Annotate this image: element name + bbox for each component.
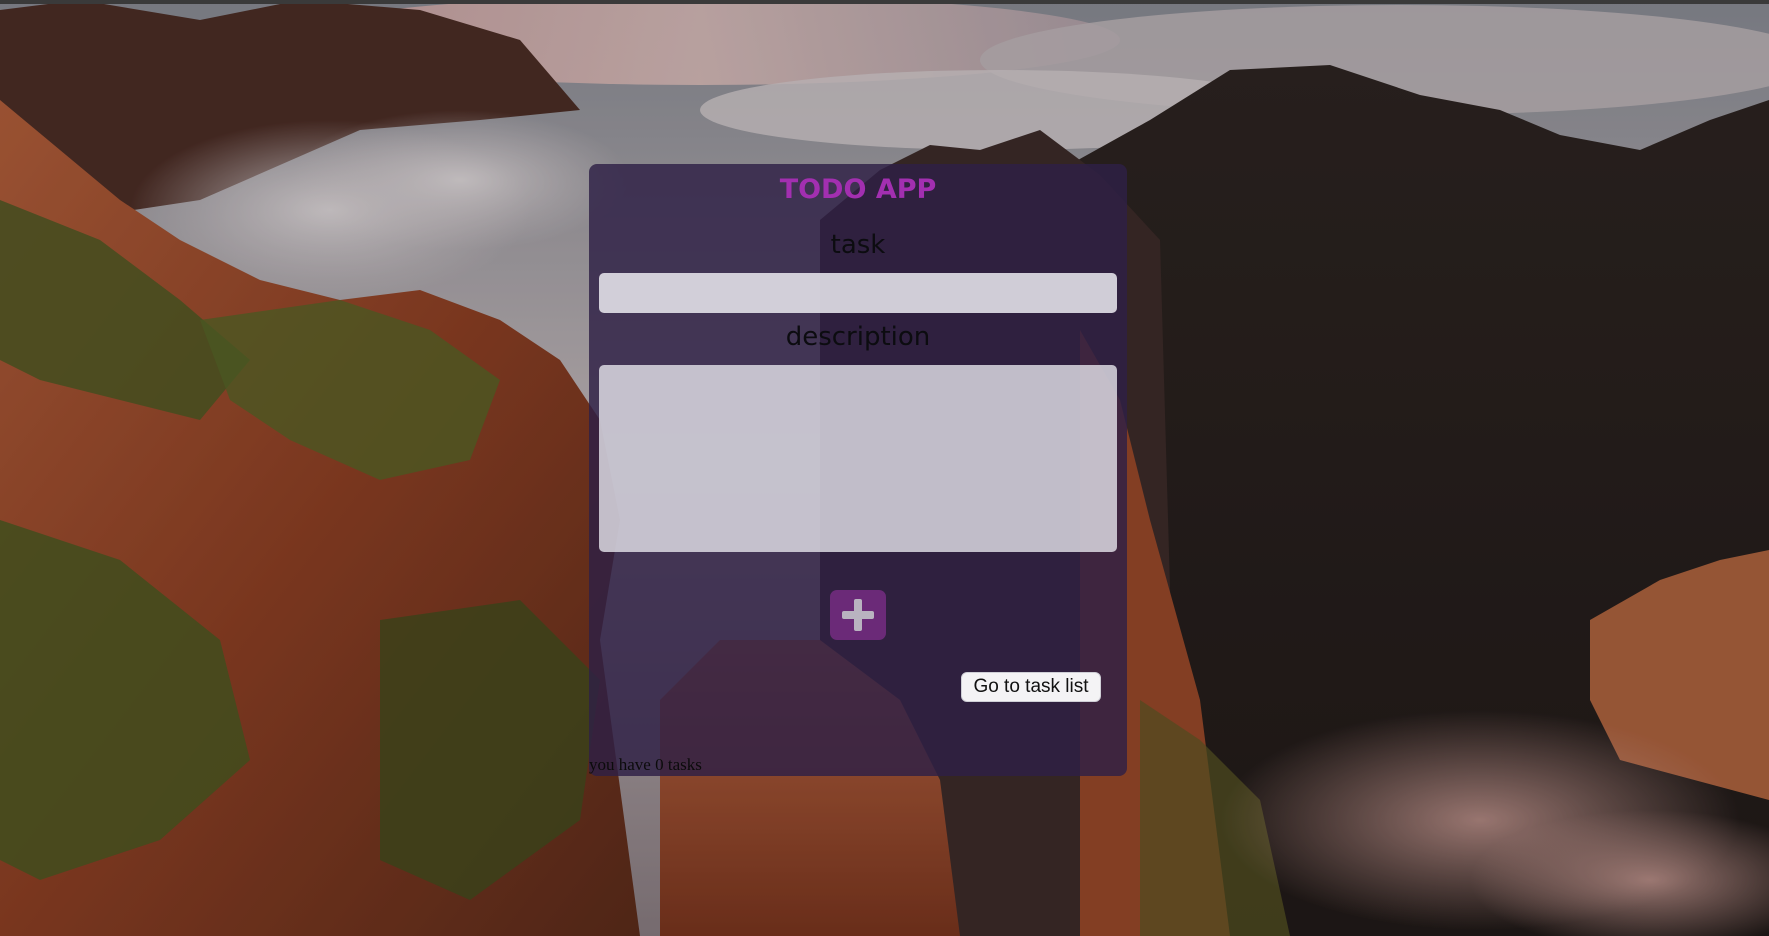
task-count-text: you have 0 tasks: [589, 755, 702, 774]
description-label: description: [785, 322, 931, 352]
todo-form-panel: TODO APP task description Go to task lis…: [589, 164, 1127, 776]
add-task-button[interactable]: [830, 590, 886, 640]
app-title: TODO APP: [779, 174, 937, 205]
description-input[interactable]: [599, 365, 1117, 552]
task-input[interactable]: [599, 273, 1117, 313]
task-label: task: [830, 230, 886, 260]
plus-icon: [842, 599, 874, 631]
top-edge-bar: [0, 0, 1769, 4]
go-to-task-list-button[interactable]: Go to task list: [961, 672, 1101, 702]
